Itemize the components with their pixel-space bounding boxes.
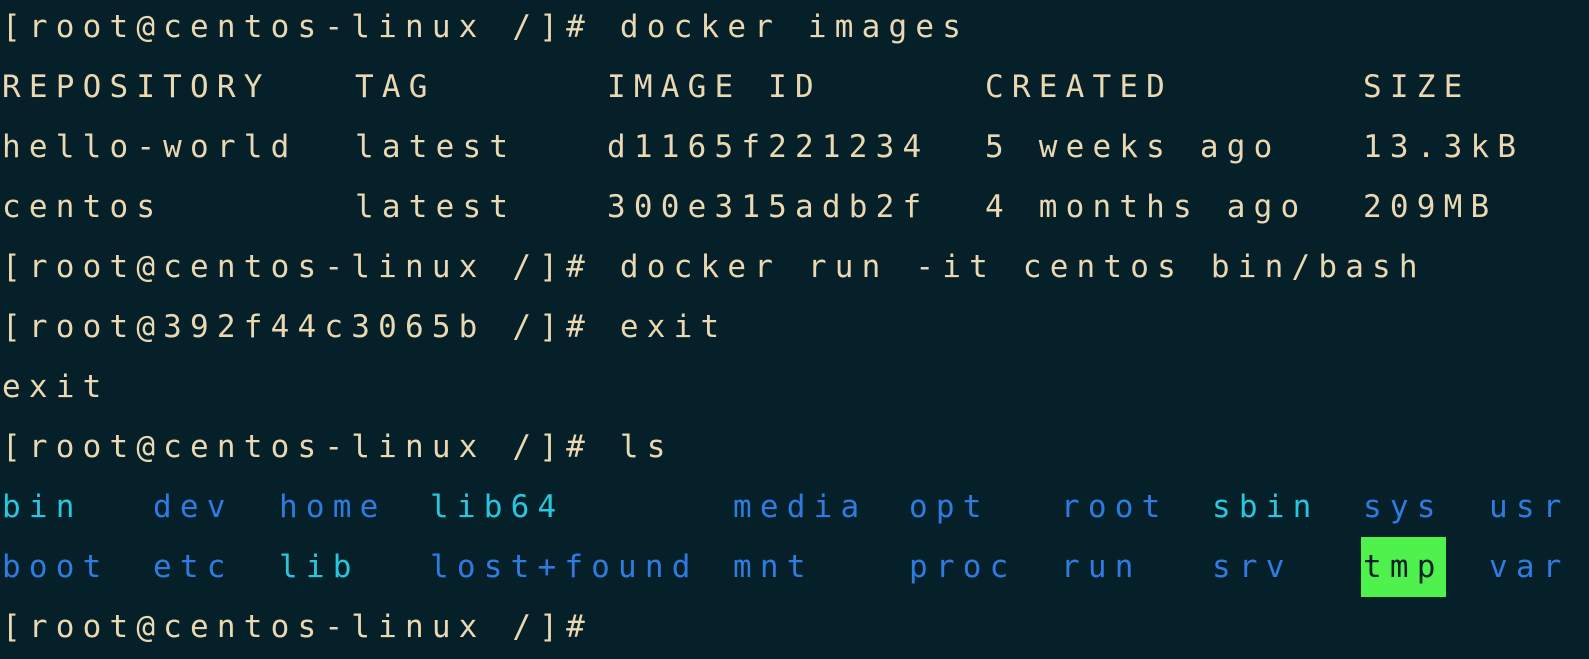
ls-entry-dir: lost+found bbox=[430, 549, 699, 585]
container-prompt: [root@392f44c3065b /]# bbox=[2, 309, 620, 345]
terminal-line: [root@centos-linux /]# docker run -it ce… bbox=[2, 237, 1426, 297]
column-header-size: SIZE bbox=[1363, 69, 1471, 105]
command-text: ls bbox=[619, 429, 674, 465]
ls-output-row: boot etc lib lost+found mnt proc run srv… bbox=[2, 537, 1561, 597]
column-header-repository: REPOSITORY bbox=[2, 69, 271, 105]
column-header-tag: TAG bbox=[355, 69, 436, 105]
terminal-line: [root@392f44c3065b /]# exit bbox=[2, 297, 727, 357]
ls-entry-dir: root bbox=[1061, 489, 1169, 525]
ls-entry-dir: proc bbox=[909, 549, 1017, 585]
cell-created: 4 months ago bbox=[985, 189, 1308, 225]
ls-entry-dir: mnt bbox=[733, 549, 814, 585]
ls-entry-dir: media bbox=[733, 489, 868, 525]
ls-entry-dir: run bbox=[1061, 549, 1142, 585]
ls-entry-dir: srv bbox=[1212, 549, 1293, 585]
shell-prompt: [root@centos-linux /]# bbox=[2, 429, 620, 465]
cell-created: 5 weeks ago bbox=[985, 129, 1281, 165]
cell-tag: latest bbox=[355, 129, 517, 165]
ls-entry-symlink: sbin bbox=[1212, 489, 1320, 525]
cell-size: 209MB bbox=[1363, 189, 1498, 225]
cell-repository: hello-world bbox=[2, 129, 298, 165]
table-row: hello-world latest d1165f221234 5 weeks … bbox=[2, 117, 1516, 177]
ls-entry-dir: opt bbox=[909, 489, 990, 525]
column-header-image-id: IMAGE ID bbox=[607, 69, 822, 105]
ls-entry-dir: dev bbox=[153, 489, 234, 525]
command-text: docker run -it centos bin/bash bbox=[619, 249, 1426, 285]
cell-tag: latest bbox=[355, 189, 517, 225]
column-header-created: CREATED bbox=[985, 69, 1174, 105]
command-text: docker images bbox=[619, 9, 970, 45]
terminal-line: [root@centos-linux /]# docker images bbox=[2, 0, 969, 57]
ls-entry-symlink: bin bbox=[2, 489, 83, 525]
table-row: centos latest 300e315adb2f 4 months ago … bbox=[2, 177, 1489, 237]
shell-prompt: [root@centos-linux /]# bbox=[2, 249, 620, 285]
command-text: exit bbox=[619, 309, 728, 345]
terminal-line: [root@centos-linux /]# ls bbox=[2, 417, 674, 477]
ls-entry-dir: sys bbox=[1363, 489, 1444, 525]
ls-entry-dir: boot bbox=[2, 549, 110, 585]
table-header-row: REPOSITORY TAG IMAGE ID CREATED SIZE bbox=[2, 57, 1462, 117]
ls-entry-dir: usr bbox=[1489, 489, 1570, 525]
ls-output-row: bin dev home lib64 media opt root sbin s… bbox=[2, 477, 1561, 537]
shell-prompt: [root@centos-linux /]# bbox=[2, 9, 620, 45]
cell-repository: centos bbox=[2, 189, 164, 225]
command-output: exit bbox=[2, 357, 109, 417]
terminal-window[interactable]: [root@centos-linux /]# docker images REP… bbox=[0, 0, 1589, 659]
cell-image-id: 300e315adb2f bbox=[607, 189, 930, 225]
ls-entry-dir: etc bbox=[153, 549, 234, 585]
cell-image-id: d1165f221234 bbox=[607, 129, 930, 165]
terminal-input-line[interactable]: [root@centos-linux /]# bbox=[2, 597, 620, 657]
ls-entry-sticky-dir: tmp bbox=[1361, 537, 1446, 597]
ls-entry-dir: home bbox=[279, 489, 387, 525]
exit-output: exit bbox=[2, 369, 110, 405]
shell-prompt: [root@centos-linux /]# bbox=[2, 609, 620, 645]
ls-entry-dir: var bbox=[1489, 549, 1570, 585]
cell-size: 13.3kB bbox=[1363, 129, 1525, 165]
ls-entry-symlink: lib bbox=[279, 549, 360, 585]
ls-entry-symlink: lib64 bbox=[430, 489, 565, 525]
